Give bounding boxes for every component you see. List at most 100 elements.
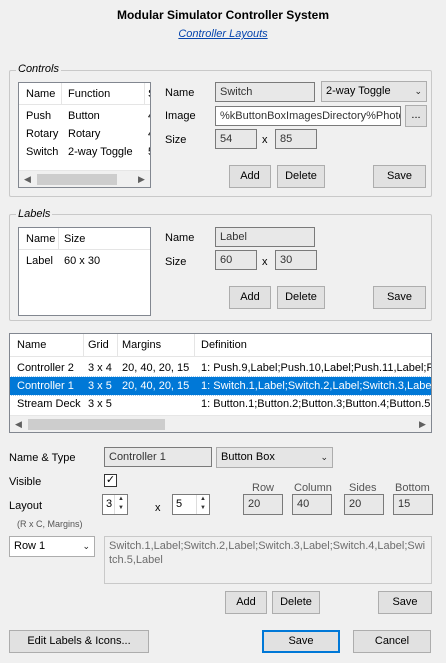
scroll-right-icon[interactable]: ▶ bbox=[414, 416, 431, 432]
control-function-select[interactable]: 2-way Toggle ⌄ bbox=[321, 81, 427, 102]
margin-column-field[interactable]: 40 bbox=[292, 494, 332, 515]
controller-type-value: Button Box bbox=[221, 451, 275, 463]
rows-value: 3 bbox=[106, 498, 113, 510]
table-row[interactable]: Stream Deck 3 x 5 1: Button.1;Button.2;B… bbox=[10, 395, 431, 413]
spin-down-icon[interactable]: ▼ bbox=[197, 504, 209, 513]
spin-up-icon[interactable]: ▲ bbox=[115, 495, 127, 504]
label-delete-button[interactable]: Delete bbox=[277, 286, 325, 309]
cell: 3 x 5 bbox=[88, 380, 112, 392]
spin-down-icon[interactable]: ▼ bbox=[115, 504, 127, 513]
control-function-value: 2-way Toggle bbox=[326, 85, 391, 97]
column-header[interactable]: Name bbox=[21, 85, 61, 103]
margin-sides-field[interactable]: 20 bbox=[344, 494, 384, 515]
controls-list[interactable]: Name Function S Push Button 4 Rotary Rot… bbox=[18, 82, 151, 188]
edit-labels-icons-button[interactable]: Edit Labels & Icons... bbox=[9, 630, 149, 653]
cell: Button bbox=[68, 110, 100, 122]
label-name-label: Name bbox=[165, 232, 195, 244]
list-item[interactable]: Rotary Rotary 4 bbox=[19, 125, 150, 143]
cell: 20, 40, 20, 15 bbox=[122, 380, 190, 392]
browse-image-button[interactable]: ... bbox=[405, 105, 427, 127]
control-size-label: Size bbox=[165, 134, 187, 146]
controller-name-field[interactable]: Controller 1 bbox=[104, 447, 212, 467]
cell: Label bbox=[26, 255, 53, 267]
horizontal-scrollbar[interactable]: ◀ ▶ bbox=[19, 170, 150, 187]
row-delete-button[interactable]: Delete bbox=[272, 591, 320, 614]
label-width-field[interactable]: 60 bbox=[215, 250, 257, 270]
layout-label: Layout bbox=[9, 500, 43, 512]
scroll-left-icon[interactable]: ◀ bbox=[19, 171, 36, 187]
label-height-field[interactable]: 30 bbox=[275, 250, 317, 270]
spinner-arrows[interactable]: ▲ ▼ bbox=[196, 495, 209, 514]
scroll-thumb[interactable] bbox=[37, 174, 117, 185]
column-header[interactable]: Function bbox=[63, 85, 145, 103]
cell: 20, 40, 20, 15 bbox=[122, 362, 190, 374]
horizontal-scrollbar[interactable]: ◀ ▶ bbox=[10, 415, 431, 432]
cell: Controller 2 bbox=[17, 362, 74, 374]
controllers-list[interactable]: Name Grid Margins Definition Controller … bbox=[9, 333, 432, 433]
save-button[interactable]: Save bbox=[262, 630, 340, 653]
cell: 4 bbox=[143, 125, 150, 143]
row-select[interactable]: Row 1 ⌄ bbox=[9, 536, 95, 557]
column-header[interactable]: Name bbox=[21, 230, 59, 248]
labels-list[interactable]: Name Size Label 60 x 30 bbox=[18, 227, 151, 316]
control-width-field[interactable]: 54 bbox=[215, 129, 257, 149]
chevron-down-icon: ⌄ bbox=[320, 452, 328, 462]
row-definition-field[interactable]: Switch.1,Label;Switch.2,Label;Switch.3,L… bbox=[104, 536, 432, 584]
control-delete-button[interactable]: Delete bbox=[277, 165, 325, 188]
label-add-button[interactable]: Add bbox=[229, 286, 271, 309]
label-name-field[interactable]: Label bbox=[215, 227, 315, 247]
table-row[interactable]: Controller 2 3 x 4 20, 40, 20, 15 1: Pus… bbox=[10, 359, 431, 377]
labels-list-header: Name Size bbox=[19, 228, 150, 250]
controller-type-select[interactable]: Button Box ⌄ bbox=[216, 447, 333, 468]
scroll-thumb[interactable] bbox=[28, 419, 165, 430]
column-header[interactable]: Definition bbox=[196, 336, 426, 354]
column-header[interactable]: Name bbox=[12, 336, 82, 354]
size-x-label: x bbox=[262, 134, 268, 146]
control-image-field[interactable]: %kButtonBoxImagesDirectory%Photo bbox=[215, 106, 401, 126]
control-height-field[interactable]: 85 bbox=[275, 129, 317, 149]
cell: 1: Push.9,Label;Push.10,Label;Push.11,La… bbox=[201, 362, 431, 374]
spin-up-icon[interactable]: ▲ bbox=[197, 495, 209, 504]
cell: 3 x 5 bbox=[88, 398, 112, 410]
controller-layouts-link[interactable]: Controller Layouts bbox=[0, 28, 446, 40]
visible-checkbox[interactable]: ✓ bbox=[104, 474, 117, 487]
layout-hint: (R x C, Margins) bbox=[17, 519, 83, 529]
column-header[interactable]: Margins bbox=[117, 336, 197, 354]
cell: 2-way Toggle bbox=[68, 146, 133, 158]
controllers-list-header: Name Grid Margins Definition bbox=[10, 334, 431, 357]
margin-bottom-field[interactable]: 15 bbox=[393, 494, 433, 515]
control-name-label: Name bbox=[165, 87, 195, 99]
label-size-label: Size bbox=[165, 256, 187, 268]
table-row-selected[interactable]: Controller 1 3 x 5 20, 40, 20, 15 1: Swi… bbox=[10, 376, 431, 396]
list-item[interactable]: Push Button 4 bbox=[19, 107, 150, 125]
scroll-right-icon[interactable]: ▶ bbox=[133, 171, 150, 187]
cell: Rotary bbox=[26, 128, 59, 140]
size-x-label: x bbox=[262, 256, 268, 268]
scroll-left-icon[interactable]: ◀ bbox=[10, 416, 27, 432]
cell: Controller 1 bbox=[17, 380, 74, 392]
row-save-button[interactable]: Save bbox=[378, 591, 432, 614]
label-save-button[interactable]: Save bbox=[373, 286, 426, 309]
control-save-button[interactable]: Save bbox=[373, 165, 426, 188]
name-type-label: Name & Type bbox=[9, 452, 76, 464]
row-add-button[interactable]: Add bbox=[225, 591, 267, 614]
rows-spinner[interactable]: 3 ▲ ▼ bbox=[102, 494, 128, 515]
chevron-down-icon: ⌄ bbox=[414, 86, 422, 96]
list-item[interactable]: Switch 2-way Toggle 5 bbox=[19, 143, 150, 161]
margin-row-field[interactable]: 20 bbox=[243, 494, 283, 515]
chevron-down-icon: ⌄ bbox=[82, 541, 90, 551]
cancel-button[interactable]: Cancel bbox=[353, 630, 431, 653]
column-header[interactable]: S bbox=[143, 85, 150, 103]
list-item[interactable]: Label 60 x 30 bbox=[19, 252, 150, 270]
control-image-label: Image bbox=[165, 110, 196, 122]
spinner-arrows[interactable]: ▲ ▼ bbox=[114, 495, 127, 514]
row-select-value: Row 1 bbox=[14, 540, 46, 552]
control-name-field[interactable]: Switch bbox=[215, 82, 315, 102]
column-header[interactable]: Size bbox=[59, 230, 119, 248]
labels-group-label: Labels bbox=[16, 208, 53, 220]
controls-group-label: Controls bbox=[16, 63, 61, 75]
columns-spinner[interactable]: 5 ▲ ▼ bbox=[172, 494, 210, 515]
control-add-button[interactable]: Add bbox=[229, 165, 271, 188]
window-title: Modular Simulator Controller System bbox=[116, 8, 330, 22]
column-header[interactable]: Grid bbox=[83, 336, 118, 354]
